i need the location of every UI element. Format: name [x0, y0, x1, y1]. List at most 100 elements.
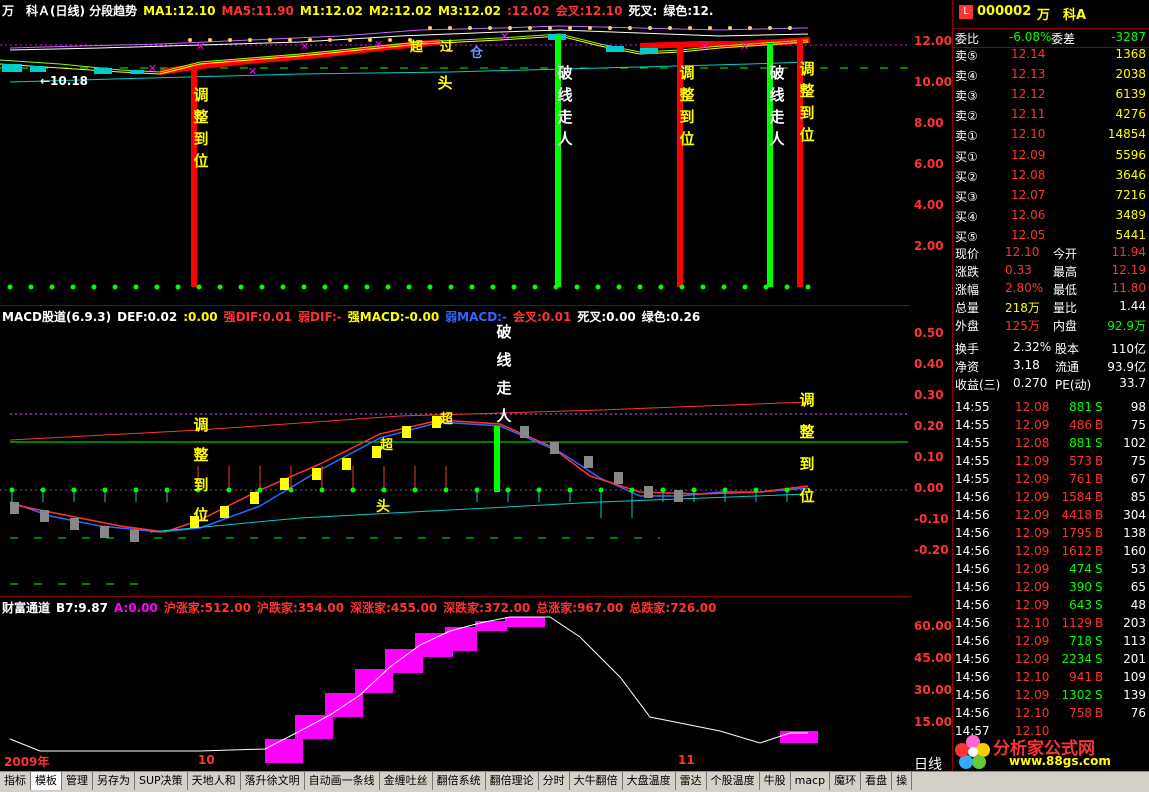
dot-marker	[133, 284, 139, 290]
cell: B	[1095, 616, 1104, 630]
cell: 股本	[1055, 342, 1080, 356]
dot-marker	[308, 38, 312, 42]
axis-tick-label: 60.00	[914, 619, 952, 633]
dot-marker	[505, 487, 511, 493]
l-icon: L	[959, 5, 973, 19]
dot-marker	[288, 487, 294, 493]
cell: 买①	[955, 150, 978, 164]
kline-chart[interactable]: ✕ ✕ ✕ ✕ ✕ ✕ ✕ ✕	[0, 0, 910, 305]
axis-tick-label: 0.00	[914, 481, 944, 495]
kline-panel[interactable]: ✕ ✕ ✕ ✕ ✕ ✕ ✕ ✕ 万 科Ａ(日线) 分段趋势 MA1:12.10 MA…	[0, 0, 910, 306]
cell: 1795	[1061, 526, 1092, 540]
bottom-tab[interactable]: 自动画一条线	[305, 772, 380, 790]
bottom-tab[interactable]: 魔环	[830, 772, 862, 790]
wealth-chart[interactable]	[0, 597, 910, 771]
dot-marker	[364, 284, 370, 290]
bottom-tab[interactable]: 落升徐文明	[241, 772, 305, 790]
dot-marker	[248, 38, 252, 42]
cell: B	[1095, 526, 1104, 540]
cell: 139	[1123, 688, 1146, 702]
macd-panel[interactable]: MACD股道(6.9.3) DEF:0.02:0.00 强DIF:0.01 弱DIF:…	[0, 306, 910, 597]
cell: 304	[1123, 508, 1146, 522]
cell: 14854	[1107, 127, 1146, 141]
cell: 12.09	[1015, 508, 1050, 522]
axis-tick-label: 2.00	[914, 239, 944, 253]
dot-marker	[71, 487, 77, 493]
quote-row: 涨幅 2.80% 最低 11.80	[953, 280, 1149, 298]
wealth-header: 财富通道 B7:9.87 A:0.00 沪涨家:512.00 沪跌家:354.00 深涨家…	[2, 599, 723, 616]
dot-marker	[468, 26, 472, 30]
dot-marker	[188, 38, 192, 42]
cell: 买④	[955, 210, 978, 224]
stock-title: L 000002 万 科A	[953, 3, 1149, 23]
cell: 14:56	[955, 634, 990, 648]
bottom-tab[interactable]: 指标	[0, 772, 31, 790]
cell: 14:57	[955, 724, 990, 738]
kline-axis: 12.00 10.00 8.00 6.00 4.00 2.00	[912, 0, 952, 305]
dot-marker	[49, 284, 55, 290]
cell: 最高	[1053, 265, 1078, 279]
bottom-tab[interactable]: SUP决策	[135, 772, 188, 790]
bottom-tab[interactable]: 个股温度	[707, 772, 760, 790]
bottom-tab[interactable]: 大盘温度	[623, 772, 676, 790]
bottom-tab[interactable]: 翻倍理论	[486, 772, 539, 790]
header-item: 弱DIF:-	[298, 310, 342, 324]
cell: 75	[1130, 454, 1146, 468]
bottom-tab[interactable]: 操	[892, 772, 913, 790]
cell: 4276	[1115, 107, 1146, 121]
dot-marker	[381, 487, 387, 493]
cell: 14:55	[955, 400, 990, 414]
header-item: 强DIF:0.01	[223, 310, 293, 324]
quote-row: 现价 12.10 今开 11.94	[953, 244, 1149, 262]
bottom-tab[interactable]: 管理	[62, 772, 93, 790]
dot-marker	[595, 284, 601, 290]
bottom-tab[interactable]: 雷达	[676, 772, 707, 790]
order-row-buy: 买③ 12.07 7216	[953, 187, 1149, 205]
month-label-11: 11	[678, 753, 695, 767]
dot-marker	[721, 284, 727, 290]
cell: 卖①	[955, 129, 978, 143]
cell: 113	[1123, 634, 1146, 648]
cell: 109	[1123, 670, 1146, 684]
header-item: 万 科Ａ(日线) 分段趋势	[2, 4, 138, 18]
bottom-tab[interactable]: 另存为	[93, 772, 135, 790]
axis-tick-label: -0.20	[914, 543, 949, 557]
bottom-tab[interactable]: macp	[791, 772, 831, 790]
axis-tick-label: 15.00	[914, 715, 952, 729]
bottom-tab[interactable]: 天地人和	[188, 772, 241, 790]
cell: 总量	[955, 301, 980, 315]
macd-candle	[402, 426, 411, 438]
cell: 14:56	[955, 652, 990, 666]
macd-chart[interactable]	[0, 306, 910, 596]
cell: 14:55	[955, 454, 990, 468]
dot-marker	[133, 487, 139, 493]
dot-marker	[257, 487, 263, 493]
cell: 14:55	[955, 436, 990, 450]
cell: 1302	[1061, 688, 1092, 702]
cell: B	[1095, 418, 1104, 432]
bottom-tab[interactable]: 模板	[31, 772, 62, 790]
cell: 76	[1130, 706, 1146, 720]
macd-header: MACD股道(6.9.3) DEF:0.02:0.00 强DIF:0.01 弱DIF:…	[2, 308, 706, 325]
cell: B	[1095, 490, 1104, 504]
cell: S	[1095, 598, 1103, 612]
cell: 内盘	[1053, 319, 1078, 333]
bottom-tab[interactable]: 金缠吐丝	[380, 772, 433, 790]
cell: 换手	[955, 342, 980, 356]
annot-po-macd: 破线走人	[496, 323, 512, 425]
bottom-tab[interactable]: 牛股	[760, 772, 791, 790]
dot-marker	[319, 487, 325, 493]
bottom-tab[interactable]: 看盘	[861, 772, 893, 790]
bottom-tab[interactable]: 分时	[539, 772, 570, 790]
cell: 12.14	[1011, 47, 1046, 61]
cell: 758	[1069, 706, 1092, 720]
bottom-tab[interactable]: 翻倍系统	[433, 772, 486, 790]
cell: 14:56	[955, 688, 990, 702]
dot-marker	[412, 487, 418, 493]
bottom-tab[interactable]: 大牛翻倍	[570, 772, 623, 790]
x-marker: ✕	[700, 40, 709, 53]
tick-row: 14:55 12.09 761 B 67	[953, 471, 1149, 489]
wealth-panel[interactable]: 财富通道 B7:9.87 A:0.00 沪涨家:512.00 沪跌家:354.00 深涨家…	[0, 597, 910, 771]
annot-po-2: 破线走人	[769, 64, 785, 148]
macd-candle	[40, 510, 49, 522]
